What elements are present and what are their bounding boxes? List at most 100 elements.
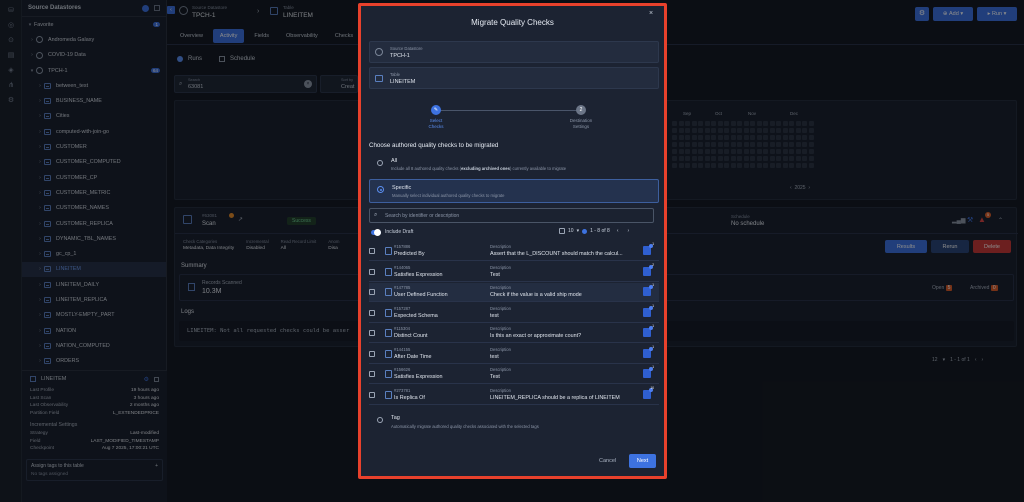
migrate-dialog: Migrate Quality Checks × Source Datastor…: [358, 3, 667, 479]
option-all-desc: Include all 8 authored quality checks (e…: [391, 166, 566, 171]
check-row[interactable]: #157886 Predicted By Description Assert tha…: [369, 242, 659, 261]
check-desc-label: Description: [490, 244, 511, 249]
source-datastore-card: Source Datastore TPCH-1: [369, 41, 659, 63]
check-name: Satisfies Expression: [394, 271, 443, 278]
check-checkbox[interactable]: [369, 248, 375, 254]
radio-tag[interactable]: [377, 417, 383, 423]
check-id: #157886: [394, 244, 411, 249]
option-tag-desc: Automatically migrate authored quality c…: [391, 424, 539, 429]
table-card: Table LINEITEM: [369, 67, 659, 89]
check-badge: 1: [652, 303, 654, 308]
check-checkbox[interactable]: [369, 371, 375, 377]
cancel-button[interactable]: Cancel: [599, 458, 616, 464]
check-tag-icon[interactable]: 1: [643, 345, 654, 358]
dialog-title: Migrate Quality Checks: [471, 18, 554, 27]
step-1-label-line1: Select: [429, 118, 443, 123]
check-badge: 1: [652, 344, 654, 349]
check-row[interactable]: #115304 Distinct Count Description Is this …: [369, 324, 659, 343]
modal-table-value: LINEITEM: [390, 79, 416, 85]
check-type-icon: [385, 267, 392, 276]
modal-table-label: Table: [390, 72, 401, 77]
step-2-label-line2: Settings: [572, 124, 590, 129]
table-icon: [375, 75, 383, 82]
check-checkbox[interactable]: [369, 391, 375, 398]
check-desc-label: Description: [490, 285, 511, 290]
check-description: Test: [490, 271, 500, 278]
check-row[interactable]: #273781 Is Replica Of Description LINEITEM_…: [369, 386, 659, 405]
check-tag-icon[interactable]: 1: [643, 242, 654, 255]
option-all[interactable]: All Include all 8 authored quality check…: [369, 155, 659, 176]
check-name: Satisfies Expression: [394, 374, 443, 380]
step-2-label-line1: Destination: [569, 118, 593, 123]
select-all-checkbox[interactable]: [559, 228, 565, 234]
check-tag-icon[interactable]: 1: [643, 365, 654, 378]
check-row[interactable]: #144155 After Date Time Description test 1: [369, 345, 659, 364]
choose-title: Choose authored quality checks to be mig…: [369, 142, 499, 149]
next-label: Next: [636, 458, 649, 464]
include-draft-toggle[interactable]: [371, 229, 381, 236]
search-placeholder: Search by identifier or description: [385, 213, 460, 219]
check-badge: 1: [652, 242, 654, 246]
option-tag[interactable]: Tag Automatically migrate authored quali…: [369, 412, 659, 434]
modal-source-value: TPCH-1: [390, 53, 410, 59]
checks-pagination: 10 ▾ 1 - 8 of 8 ‹ ›: [559, 228, 629, 234]
check-description: test: [490, 312, 499, 319]
check-description: Test: [490, 374, 500, 380]
close-icon[interactable]: ×: [649, 10, 653, 17]
check-id: #273781: [394, 387, 411, 393]
check-row[interactable]: #157287 Expected Schema Description test 1: [369, 304, 659, 323]
check-name: Predicted By: [394, 251, 425, 257]
prev-page-icon[interactable]: ‹: [617, 228, 619, 234]
check-tag-icon[interactable]: 1: [643, 304, 654, 317]
page-size-select[interactable]: 10: [568, 228, 574, 234]
check-id: #147785: [394, 285, 411, 290]
check-checkbox[interactable]: [369, 330, 375, 336]
check-type-icon: [385, 349, 392, 358]
check-row[interactable]: #156626 Satisfies Expression Description Te…: [369, 365, 659, 384]
next-button[interactable]: Next: [629, 454, 656, 468]
check-description: LINEITEM_REPLICA should be a replica of …: [490, 394, 620, 401]
next-page-icon[interactable]: ›: [627, 228, 629, 234]
check-desc-label: Description: [490, 326, 511, 331]
check-tag-icon[interactable]: 1: [643, 324, 654, 337]
check-description: Assert that the L_DISCOUNT should match …: [490, 251, 623, 257]
step-1-pencil-icon: ✎: [431, 105, 441, 115]
option-specific-title: Specific: [392, 185, 412, 191]
check-checkbox[interactable]: [369, 350, 375, 357]
option-all-title: All: [391, 158, 398, 164]
check-name: Distinct Count: [394, 333, 428, 339]
check-id: #115304: [394, 326, 410, 331]
check-checkbox[interactable]: [369, 289, 375, 295]
check-badge: 1: [652, 365, 654, 369]
check-type-icon: [385, 247, 392, 255]
check-tag-icon[interactable]: 1: [643, 283, 654, 296]
option-all-desc-a: Include all 8 authored quality checks (: [391, 166, 462, 171]
step-2-label: Destination Settings: [557, 118, 605, 130]
check-badge: 1: [652, 324, 654, 328]
option-tag-title: Tag: [391, 415, 400, 421]
checks-search-input[interactable]: ⌕ Search by identifier or description: [369, 208, 654, 223]
include-draft-label: Include Draft: [385, 229, 414, 235]
check-tag-icon[interactable]: 10: [643, 386, 654, 399]
check-id: #144065: [394, 264, 411, 270]
option-specific[interactable]: Specific Manually select individual auth…: [369, 179, 659, 203]
check-name: Is Replica Of: [394, 394, 425, 401]
check-type-icon: [385, 288, 392, 296]
info-icon: [582, 228, 588, 234]
option-all-desc-b: excluding archived ones: [461, 166, 510, 171]
check-id: #157287: [394, 305, 411, 311]
check-row[interactable]: #147785 User Defined Function Description C…: [369, 283, 659, 302]
check-id: #144155: [394, 346, 411, 352]
check-badge: 10: [650, 385, 654, 390]
stepper-line: [435, 110, 581, 111]
check-id: #156626: [394, 367, 411, 372]
check-row[interactable]: #144065 Satisfies Expression Description Te…: [369, 263, 659, 282]
check-tag-icon[interactable]: 2: [643, 263, 654, 276]
check-type-icon: [385, 329, 392, 337]
radio-all[interactable]: [377, 160, 383, 166]
check-description: Is this an exact or approximate count?: [490, 333, 582, 339]
check-checkbox[interactable]: [369, 309, 375, 316]
option-all-desc-c: ) currently available to migrate: [509, 166, 567, 171]
radio-specific[interactable]: [377, 186, 384, 193]
check-checkbox[interactable]: [369, 268, 375, 275]
